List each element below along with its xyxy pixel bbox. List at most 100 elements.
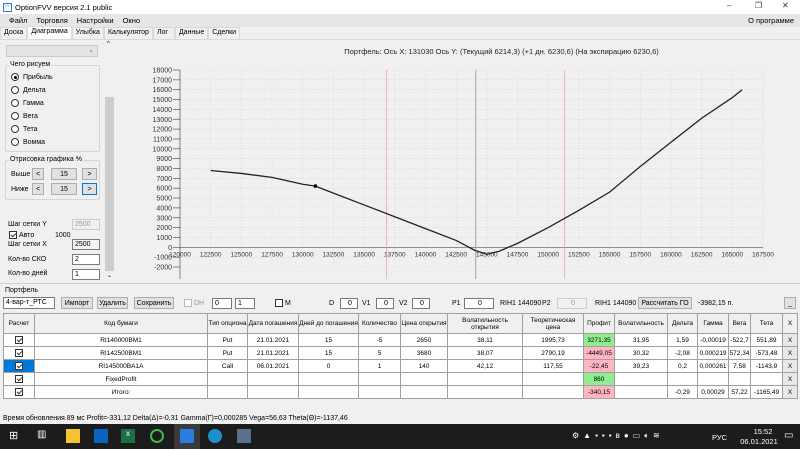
menu-trading[interactable]: Торговля bbox=[36, 16, 67, 25]
sko-input[interactable]: 2 bbox=[72, 254, 100, 265]
portfolio-dropdown[interactable]: ⌄ bbox=[6, 45, 98, 57]
menu-settings[interactable]: Настройки bbox=[77, 16, 114, 25]
tab-trades[interactable]: Сделки bbox=[208, 27, 241, 39]
d-input[interactable]: 0 bbox=[340, 298, 358, 309]
column-header[interactable]: Дельта bbox=[667, 313, 698, 334]
menu-file[interactable]: Файл bbox=[9, 16, 27, 25]
calc-checkbox[interactable] bbox=[3, 385, 35, 399]
portfolio-select[interactable]: 4-вар-т_РТС bbox=[3, 297, 55, 309]
remove-row-button[interactable]: X bbox=[782, 372, 798, 386]
save-button[interactable]: Сохранить bbox=[134, 297, 174, 309]
minimize-button[interactable]: – bbox=[727, 1, 731, 10]
notification-icon[interactable]: ▭ bbox=[784, 430, 793, 441]
p1-input[interactable]: 0 bbox=[464, 298, 494, 309]
column-header[interactable]: Профит bbox=[583, 313, 615, 334]
clock-time[interactable]: 15:52 bbox=[742, 427, 784, 436]
remove-row-button[interactable]: X bbox=[782, 359, 798, 373]
spin-2[interactable]: 1 bbox=[235, 298, 255, 309]
task-view-icon[interactable]: ▥ bbox=[37, 429, 51, 443]
maximize-button[interactable]: ❐ bbox=[755, 1, 762, 10]
radio-theta[interactable]: Тета bbox=[11, 125, 38, 133]
above-decrease-button[interactable]: < bbox=[32, 168, 44, 180]
column-header[interactable]: Дата погашения bbox=[247, 313, 299, 334]
above-increase-button[interactable]: > bbox=[82, 168, 97, 180]
menu-window[interactable]: Окно bbox=[123, 16, 140, 25]
column-header[interactable]: Тип опциона bbox=[207, 313, 248, 334]
cell-theta: -573,48 bbox=[750, 346, 783, 360]
column-header[interactable]: X bbox=[782, 313, 798, 334]
radio-delta[interactable]: Дельта bbox=[11, 86, 46, 94]
tab-log[interactable]: Лог bbox=[152, 27, 175, 39]
mail-icon[interactable] bbox=[94, 429, 108, 443]
calculator-icon[interactable] bbox=[237, 429, 251, 443]
tab-board[interactable]: Доска bbox=[0, 27, 28, 39]
column-header[interactable]: Дней до погашения bbox=[298, 313, 359, 334]
column-header[interactable]: Расчет bbox=[3, 313, 35, 334]
spin-1[interactable]: 0 bbox=[212, 298, 232, 309]
below-decrease-button[interactable]: < bbox=[32, 183, 44, 195]
windows-start-icon[interactable]: ⊞ bbox=[9, 429, 23, 443]
tab-diagram[interactable]: Диаграмма bbox=[27, 26, 72, 39]
import-button[interactable]: Импорт bbox=[61, 297, 93, 309]
table-row[interactable]: RI142500BM1 Put 21.01.2021 15 5 3680 38,07 2790… bbox=[3, 346, 798, 360]
radio-gamma[interactable]: Гамма bbox=[11, 99, 44, 107]
qlik-icon[interactable] bbox=[150, 429, 164, 443]
column-header[interactable]: Волатильность открытия bbox=[447, 313, 523, 334]
scroll-down-icon[interactable]: ⌄ bbox=[107, 272, 112, 279]
tab-data[interactable]: Данные bbox=[174, 27, 209, 39]
column-header[interactable]: Теоретическая цена bbox=[522, 313, 584, 334]
remove-row-button[interactable]: X bbox=[782, 333, 798, 347]
close-button[interactable]: ✕ bbox=[782, 1, 789, 10]
scroll-up-icon[interactable]: ^ bbox=[107, 41, 110, 47]
column-header[interactable]: Количество bbox=[358, 313, 401, 334]
days-input[interactable]: 1 bbox=[72, 269, 100, 280]
clock-date[interactable]: 06.01.2021 bbox=[734, 437, 784, 446]
table-row[interactable]: RI145000BA1A Call 06.01.2021 0 1 140 42,12 117,… bbox=[3, 359, 798, 373]
left-scrollbar[interactable]: ^ ⌄ bbox=[104, 40, 115, 281]
auto-checkbox[interactable]: Авто bbox=[9, 231, 34, 239]
column-header[interactable]: Гамма bbox=[697, 313, 729, 334]
radio-profit[interactable]: Прибыль bbox=[11, 73, 53, 81]
calc-checkbox[interactable] bbox=[3, 346, 35, 360]
scrollbar-thumb[interactable] bbox=[105, 97, 114, 271]
p2-input[interactable]: 0 bbox=[557, 298, 587, 309]
dh-checkbox[interactable]: DH bbox=[184, 299, 204, 307]
tray-icons[interactable]: ⚙▲▪▪▪ʙ●▭🔈︎≋ bbox=[572, 431, 664, 441]
menu-about[interactable]: О программе bbox=[748, 16, 794, 25]
excel-icon[interactable]: x bbox=[121, 429, 135, 443]
radio-vomma[interactable]: Вомма bbox=[11, 138, 45, 146]
grid-x-input[interactable]: 2500 bbox=[72, 239, 100, 250]
column-header[interactable]: Волатильность bbox=[614, 313, 668, 334]
edge-icon[interactable] bbox=[208, 429, 222, 443]
grid-y-input[interactable]: 2500 bbox=[72, 219, 100, 230]
calculate-margin-button[interactable]: Рассчитать ГО bbox=[638, 297, 692, 309]
tab-smile[interactable]: Улыбка bbox=[71, 27, 104, 39]
language-indicator[interactable]: РУС bbox=[712, 433, 727, 442]
v1-input[interactable]: 0 bbox=[376, 298, 394, 309]
remove-row-button[interactable]: X bbox=[782, 385, 798, 399]
column-header[interactable]: Код бумаги bbox=[34, 313, 208, 334]
table-row[interactable]: RI140000BM1 Put 21.01.2021 15 -5 2650 38,11 199… bbox=[3, 333, 798, 347]
optionfvv-taskbar-icon[interactable] bbox=[174, 424, 200, 449]
calc-checkbox[interactable] bbox=[3, 333, 35, 347]
cell-delta: 1,59 bbox=[667, 333, 698, 347]
column-header[interactable]: Вега bbox=[728, 313, 751, 334]
file-explorer-icon[interactable] bbox=[66, 429, 80, 443]
delete-button[interactable]: Удалить bbox=[97, 297, 128, 309]
table-row[interactable]: FixedProfit 860 X bbox=[3, 372, 798, 386]
calc-checkbox[interactable] bbox=[3, 359, 35, 373]
v2-input[interactable]: 0 bbox=[412, 298, 430, 309]
collapse-button[interactable]: _ bbox=[784, 297, 796, 309]
column-header[interactable]: Тета bbox=[750, 313, 783, 334]
column-header[interactable]: Цена открытия bbox=[400, 313, 448, 334]
radio-vega[interactable]: Вега bbox=[11, 112, 38, 120]
tab-calculator[interactable]: Калькулятор bbox=[103, 27, 153, 39]
chevron-down-icon: ⌄ bbox=[88, 47, 94, 54]
y-tick-label: 0 bbox=[168, 245, 172, 252]
remove-row-button[interactable]: X bbox=[782, 346, 798, 360]
table-row[interactable]: Итого: -340,15 -0,29 0,00029 57,22 -1165,49 X bbox=[3, 385, 798, 399]
m-checkbox[interactable]: M bbox=[275, 299, 291, 307]
checkbox-icon bbox=[15, 375, 23, 383]
calc-checkbox[interactable] bbox=[3, 372, 35, 386]
below-increase-button[interactable]: > bbox=[82, 183, 97, 195]
